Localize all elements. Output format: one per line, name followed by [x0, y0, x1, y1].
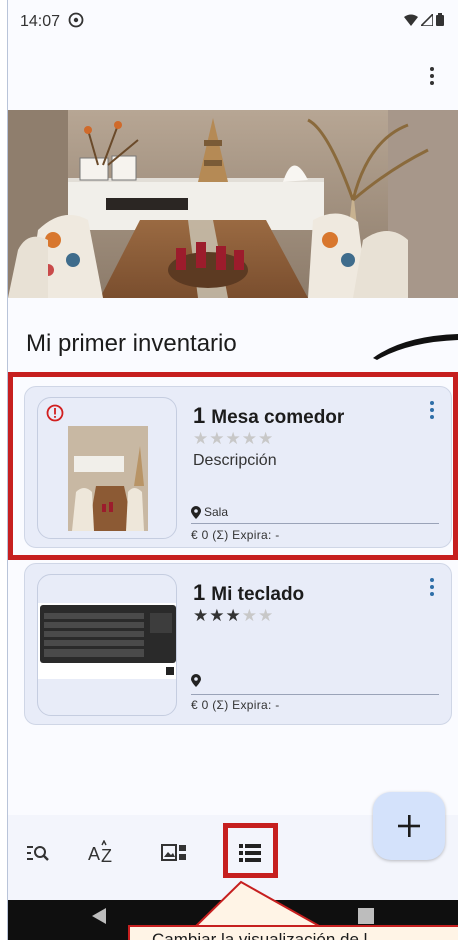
- frame-border: [0, 0, 8, 940]
- back-icon[interactable]: [92, 908, 106, 924]
- app-bar: [8, 42, 458, 110]
- item-card-mi-teclado[interactable]: 1 Mi teclado ★★★★★ € 0 (Σ) Expira: -: [24, 563, 452, 725]
- item-name: Mi teclado: [211, 584, 305, 605]
- rating-star-icon[interactable]: ★: [242, 606, 258, 625]
- item-thumbnail[interactable]: [37, 574, 177, 716]
- item-meta: € 0 (Σ) Expira: -: [191, 698, 280, 712]
- app-screen: 14:07 Mi primer inventario 1 Mesa comedo…: [8, 0, 458, 940]
- item-photo: [38, 603, 176, 679]
- status-time: 14:07: [20, 13, 61, 30]
- plus-icon: [398, 815, 420, 837]
- callout-pointer: [193, 880, 323, 930]
- item-menu-icon[interactable]: [427, 578, 437, 600]
- battery-icon: [436, 13, 444, 26]
- more-options-icon[interactable]: [418, 62, 446, 90]
- item-rating: ★★★★★: [193, 606, 274, 626]
- status-icons: [404, 13, 444, 26]
- rating-star-icon[interactable]: ★: [193, 606, 209, 625]
- sort-az-icon[interactable]: A Z: [82, 833, 122, 873]
- location-pin-icon: [191, 674, 201, 687]
- signal-icon: [421, 13, 433, 26]
- annotation-callout: Cambiar la visualización de l: [128, 925, 458, 940]
- annotation-highlight-list-view: [223, 823, 278, 878]
- annotation-highlight-card: [8, 372, 458, 560]
- filter-search-icon[interactable]: [18, 833, 58, 873]
- inventory-banner-image: [8, 110, 458, 298]
- rating-star-icon[interactable]: ★: [209, 606, 225, 625]
- item-location: [191, 674, 201, 687]
- recents-icon[interactable]: [358, 908, 374, 924]
- wifi-icon: [404, 14, 418, 26]
- add-item-button[interactable]: [373, 792, 445, 860]
- rating-star-icon[interactable]: ★: [258, 606, 274, 625]
- item-title: 1 Mi teclado: [193, 580, 304, 606]
- decorative-swoosh: [373, 334, 458, 360]
- card-divider: [191, 694, 439, 695]
- inventory-title: Mi primer inventario: [26, 330, 237, 357]
- view-gallery-icon[interactable]: [154, 833, 194, 873]
- do-not-disturb-icon: [68, 12, 84, 28]
- svg-text:A: A: [88, 844, 100, 864]
- svg-text:Z: Z: [101, 846, 112, 866]
- item-quantity: 1: [193, 580, 206, 605]
- rating-star-icon[interactable]: ★: [226, 606, 242, 625]
- status-bar: 14:07: [8, 0, 458, 42]
